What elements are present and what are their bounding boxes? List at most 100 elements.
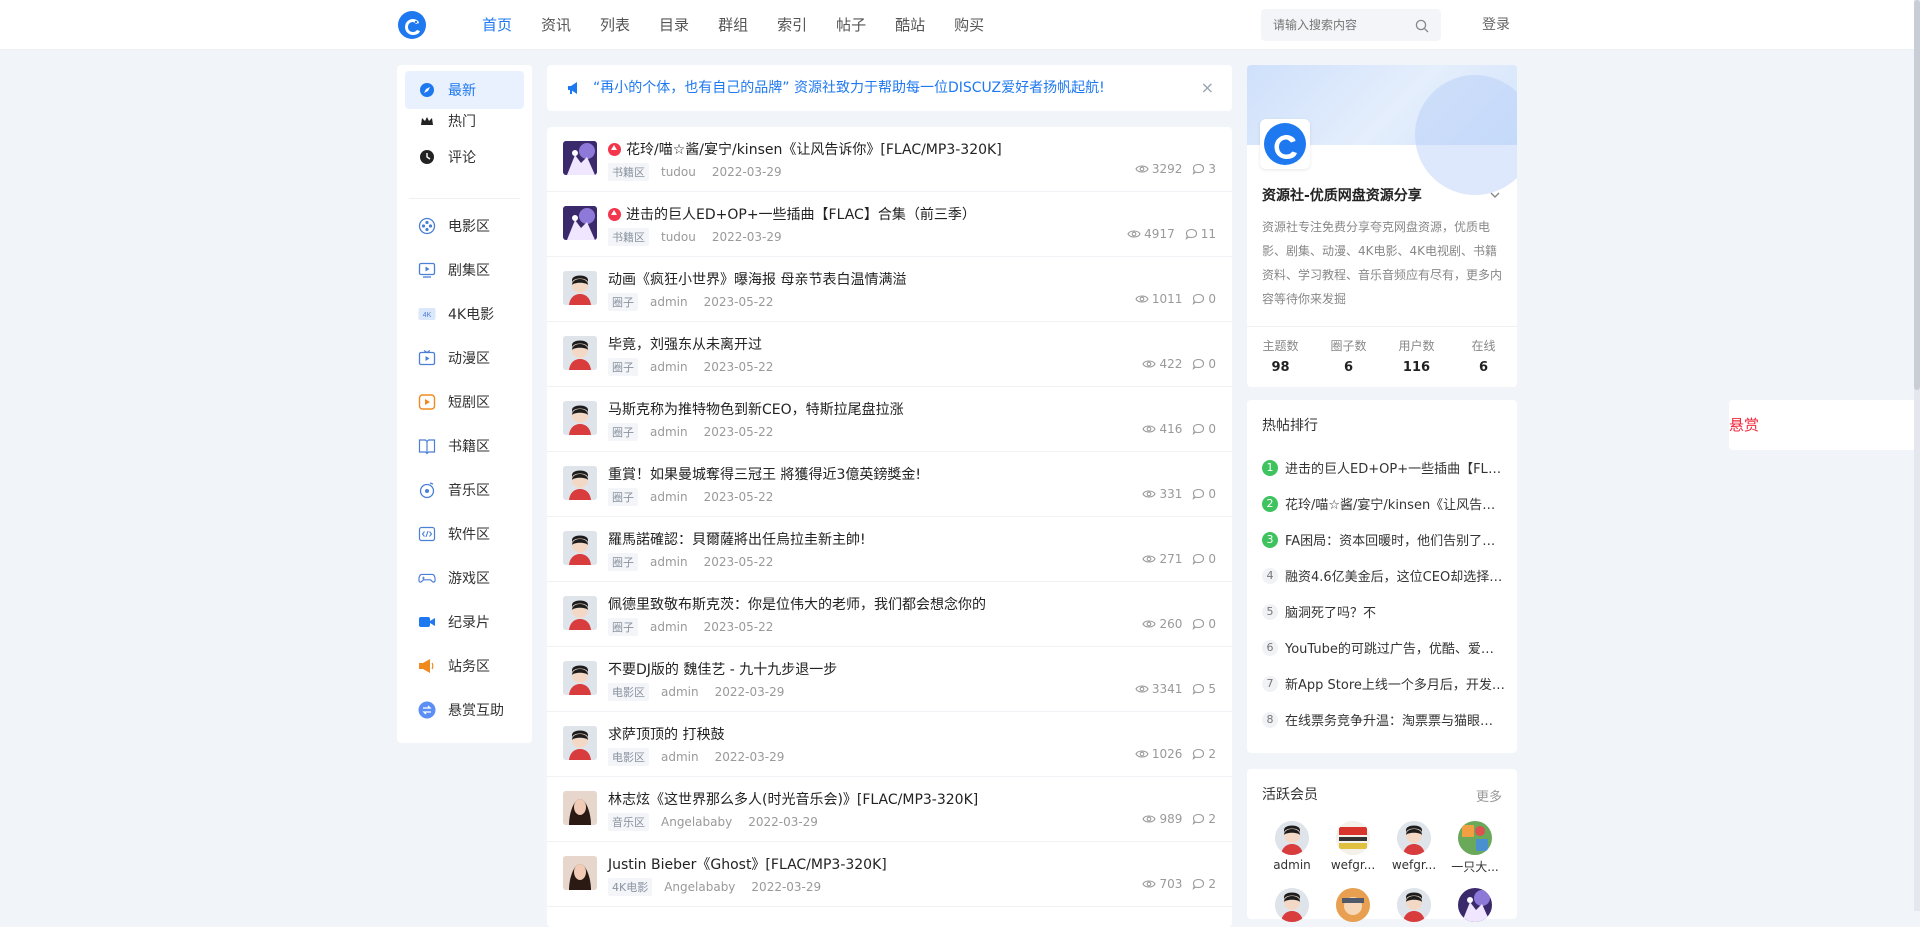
author-name[interactable]: tudou bbox=[661, 230, 696, 244]
thread-title[interactable]: 进击的巨人ED+OP+一些插曲【FLAC】合集（前三季） bbox=[608, 204, 976, 224]
login-link[interactable]: 登录 bbox=[1482, 0, 1510, 50]
forum-tag[interactable]: 圈子 bbox=[608, 488, 638, 506]
member-avatar[interactable] bbox=[1397, 888, 1431, 922]
hot-thread-title[interactable]: 进击的巨人ED+OP+一些插曲【FLAC】合集（前三季） bbox=[1285, 458, 1505, 477]
author-name[interactable]: admin bbox=[650, 490, 688, 504]
author-avatar[interactable] bbox=[563, 336, 597, 370]
thread-row[interactable]: 求萨顶顶的 打秧鼓 电影区 admin 2022-03-29 1026 2 bbox=[547, 712, 1232, 777]
thread-title[interactable]: 马斯克称为推特物色到新CEO，特斯拉尾盘拉涨 bbox=[608, 399, 904, 419]
thread-title[interactable]: 羅馬諾確認：貝爾薩將出任烏拉圭新主帥! bbox=[608, 529, 866, 549]
sidebar-item-forum-1[interactable]: 剧集区 bbox=[405, 251, 524, 289]
member-avatar[interactable] bbox=[1275, 888, 1309, 922]
member-item[interactable] bbox=[1445, 888, 1505, 925]
hot-thread-item[interactable]: 8 在线票务竞争升温：淘票票与猫眼的博弈 bbox=[1262, 710, 1507, 729]
member-name[interactable]: wefgr... bbox=[1323, 858, 1383, 872]
search-input[interactable] bbox=[1271, 9, 1411, 41]
thread-title[interactable]: 花玲/喵☆酱/宴宁/kinsen《让风告诉你》[FLAC/MP3-320K] bbox=[608, 139, 1002, 159]
sidebar-item-forum-7[interactable]: 软件区 bbox=[405, 515, 524, 553]
member-name[interactable]: wefgr... bbox=[1384, 858, 1444, 872]
nav-news[interactable]: 资讯 bbox=[541, 0, 571, 50]
forum-tag[interactable]: 4K电影 bbox=[608, 878, 653, 896]
scrollbar-thumb[interactable] bbox=[1914, 0, 1920, 390]
page-scrollbar[interactable] bbox=[1914, 0, 1920, 911]
author-name[interactable]: admin bbox=[661, 750, 699, 764]
thread-row[interactable]: 花玲/喵☆酱/宴宁/kinsen《让风告诉你》[FLAC/MP3-320K] 书… bbox=[547, 127, 1232, 192]
thread-title[interactable]: 求萨顶顶的 打秧鼓 bbox=[608, 724, 724, 744]
hot-thread-title[interactable]: 脑洞死了吗？不 bbox=[1285, 602, 1505, 621]
thread-row[interactable]: 羅馬諾確認：貝爾薩將出任烏拉圭新主帥! 圈子 admin 2023-05-22 … bbox=[547, 517, 1232, 582]
hot-thread-title[interactable]: YouTube的可跳过广告，优酷、爱奇艺学得会吗 bbox=[1285, 638, 1505, 657]
thread-row[interactable]: 进击的巨人ED+OP+一些插曲【FLAC】合集（前三季） 书籍区 tudou 2… bbox=[547, 192, 1232, 257]
member-item[interactable]: wefgr... bbox=[1384, 821, 1444, 872]
sidebar-item-comments[interactable]: 评论 bbox=[405, 138, 524, 176]
close-icon[interactable]: × bbox=[1201, 78, 1214, 97]
thread-title[interactable]: 毕竟，刘强东从未离开过 bbox=[608, 334, 762, 354]
thread-row[interactable]: 佩德里致敬布斯克茨：你是位伟大的老师，我们都会想念你的 圈子 admin 202… bbox=[547, 582, 1232, 647]
forum-tag[interactable]: 圈子 bbox=[608, 618, 638, 636]
author-name[interactable]: admin bbox=[650, 620, 688, 634]
thread-row[interactable]: Justin Bieber《Ghost》[FLAC/MP3-320K] 4K电影… bbox=[547, 842, 1232, 907]
sidebar-item-forum-3[interactable]: 动漫区 bbox=[405, 339, 524, 377]
member-item[interactable]: 一只大... bbox=[1445, 821, 1505, 875]
more-link[interactable]: 更多 bbox=[1476, 786, 1502, 805]
hot-thread-item[interactable]: 5 脑洞死了吗？不 bbox=[1262, 602, 1507, 621]
member-avatar[interactable] bbox=[1336, 888, 1370, 922]
hot-thread-item[interactable]: 1 进击的巨人ED+OP+一些插曲【FLAC】合集（前三季） bbox=[1262, 458, 1507, 477]
author-name[interactable]: admin bbox=[650, 295, 688, 309]
member-item[interactable] bbox=[1323, 888, 1383, 925]
forum-tag[interactable]: 电影区 bbox=[608, 748, 649, 766]
hot-thread-item[interactable]: 4 融资4.6亿美金后，这位CEO却选择了离开 bbox=[1262, 566, 1507, 585]
site-logo[interactable] bbox=[398, 11, 426, 39]
thread-title[interactable]: 佩德里致敬布斯克茨：你是位伟大的老师，我们都会想念你的 bbox=[608, 594, 986, 614]
thread-row[interactable]: 林志炫《这世界那么多人(时光音乐会)》[FLAC/MP3-320K] 音乐区 A… bbox=[547, 777, 1232, 842]
hot-thread-title[interactable]: 新App Store上线一个多月后，开发者们怎么说 bbox=[1285, 674, 1505, 693]
hot-thread-item[interactable]: 2 花玲/喵☆酱/宴宁/kinsen《让风告诉你》 bbox=[1262, 494, 1507, 513]
author-avatar[interactable] bbox=[563, 791, 597, 825]
forum-tag[interactable]: 圈子 bbox=[608, 423, 638, 441]
hot-thread-item[interactable]: 6 YouTube的可跳过广告，优酷、爱奇艺学得会吗 bbox=[1262, 638, 1507, 657]
thread-row[interactable]: 马斯克称为推特物色到新CEO，特斯拉尾盘拉涨 圈子 admin 2023-05-… bbox=[547, 387, 1232, 452]
forum-tag[interactable]: 音乐区 bbox=[608, 813, 649, 831]
nav-home[interactable]: 首页 bbox=[482, 0, 512, 50]
nav-list[interactable]: 列表 bbox=[600, 0, 630, 50]
author-avatar[interactable] bbox=[563, 726, 597, 760]
author-name[interactable]: admin bbox=[650, 360, 688, 374]
sidebar-item-forum-9[interactable]: 纪录片 bbox=[405, 603, 524, 641]
sidebar-item-forum-4[interactable]: 短剧区 bbox=[405, 383, 524, 421]
nav-bounty[interactable]: 悬赏 bbox=[1729, 400, 1920, 450]
hot-thread-item[interactable]: 7 新App Store上线一个多月后，开发者们怎么说 bbox=[1262, 674, 1507, 693]
member-avatar[interactable] bbox=[1458, 821, 1492, 855]
forum-tag[interactable]: 书籍区 bbox=[608, 163, 649, 181]
author-avatar[interactable] bbox=[563, 531, 597, 565]
hot-thread-title[interactable]: FA困局：资本回暖时，他们告别了市场 bbox=[1285, 530, 1505, 549]
sidebar-item-forum-10[interactable]: 站务区 bbox=[405, 647, 524, 685]
thread-row[interactable]: 不要DJ版的 魏佳艺 - 九十九步退一步 电影区 admin 2022-03-2… bbox=[547, 647, 1232, 712]
member-name[interactable]: 一只大... bbox=[1445, 858, 1505, 875]
forum-tag[interactable]: 电影区 bbox=[608, 683, 649, 701]
thread-row[interactable]: 动画《疯狂小世界》曝海报 母亲节表白温情满溢 圈子 admin 2023-05-… bbox=[547, 257, 1232, 322]
member-name[interactable]: admin bbox=[1262, 858, 1322, 872]
sidebar-item-hot[interactable]: 热门 bbox=[405, 102, 524, 140]
sidebar-item-forum-2[interactable]: 4K 4K电影 bbox=[405, 295, 524, 333]
member-item[interactable]: wefgr... bbox=[1323, 821, 1383, 872]
member-avatar[interactable] bbox=[1275, 821, 1309, 855]
hot-thread-title[interactable]: 花玲/喵☆酱/宴宁/kinsen《让风告诉你》 bbox=[1285, 494, 1505, 513]
member-avatar[interactable] bbox=[1397, 821, 1431, 855]
thread-title[interactable]: 动画《疯狂小世界》曝海报 母亲节表白温情满溢 bbox=[608, 269, 906, 289]
nav-catalog[interactable]: 目录 bbox=[659, 0, 689, 50]
author-name[interactable]: Angelababy bbox=[664, 880, 735, 894]
thread-title[interactable]: 林志炫《这世界那么多人(时光音乐会)》[FLAC/MP3-320K] bbox=[608, 789, 978, 809]
author-name[interactable]: admin bbox=[650, 555, 688, 569]
forum-tag[interactable]: 圈子 bbox=[608, 293, 638, 311]
author-name[interactable]: tudou bbox=[661, 165, 696, 179]
member-item[interactable]: admin bbox=[1262, 821, 1322, 872]
member-item[interactable] bbox=[1262, 888, 1322, 925]
member-item[interactable] bbox=[1384, 888, 1444, 925]
forum-tag[interactable]: 圈子 bbox=[608, 358, 638, 376]
nav-groups[interactable]: 群组 bbox=[718, 0, 748, 50]
nav-cool-sites[interactable]: 酷站 bbox=[895, 0, 925, 50]
author-name[interactable]: admin bbox=[650, 425, 688, 439]
thread-title[interactable]: Justin Bieber《Ghost》[FLAC/MP3-320K] bbox=[608, 854, 887, 874]
author-avatar[interactable] bbox=[563, 661, 597, 695]
forum-tag[interactable]: 圈子 bbox=[608, 553, 638, 571]
